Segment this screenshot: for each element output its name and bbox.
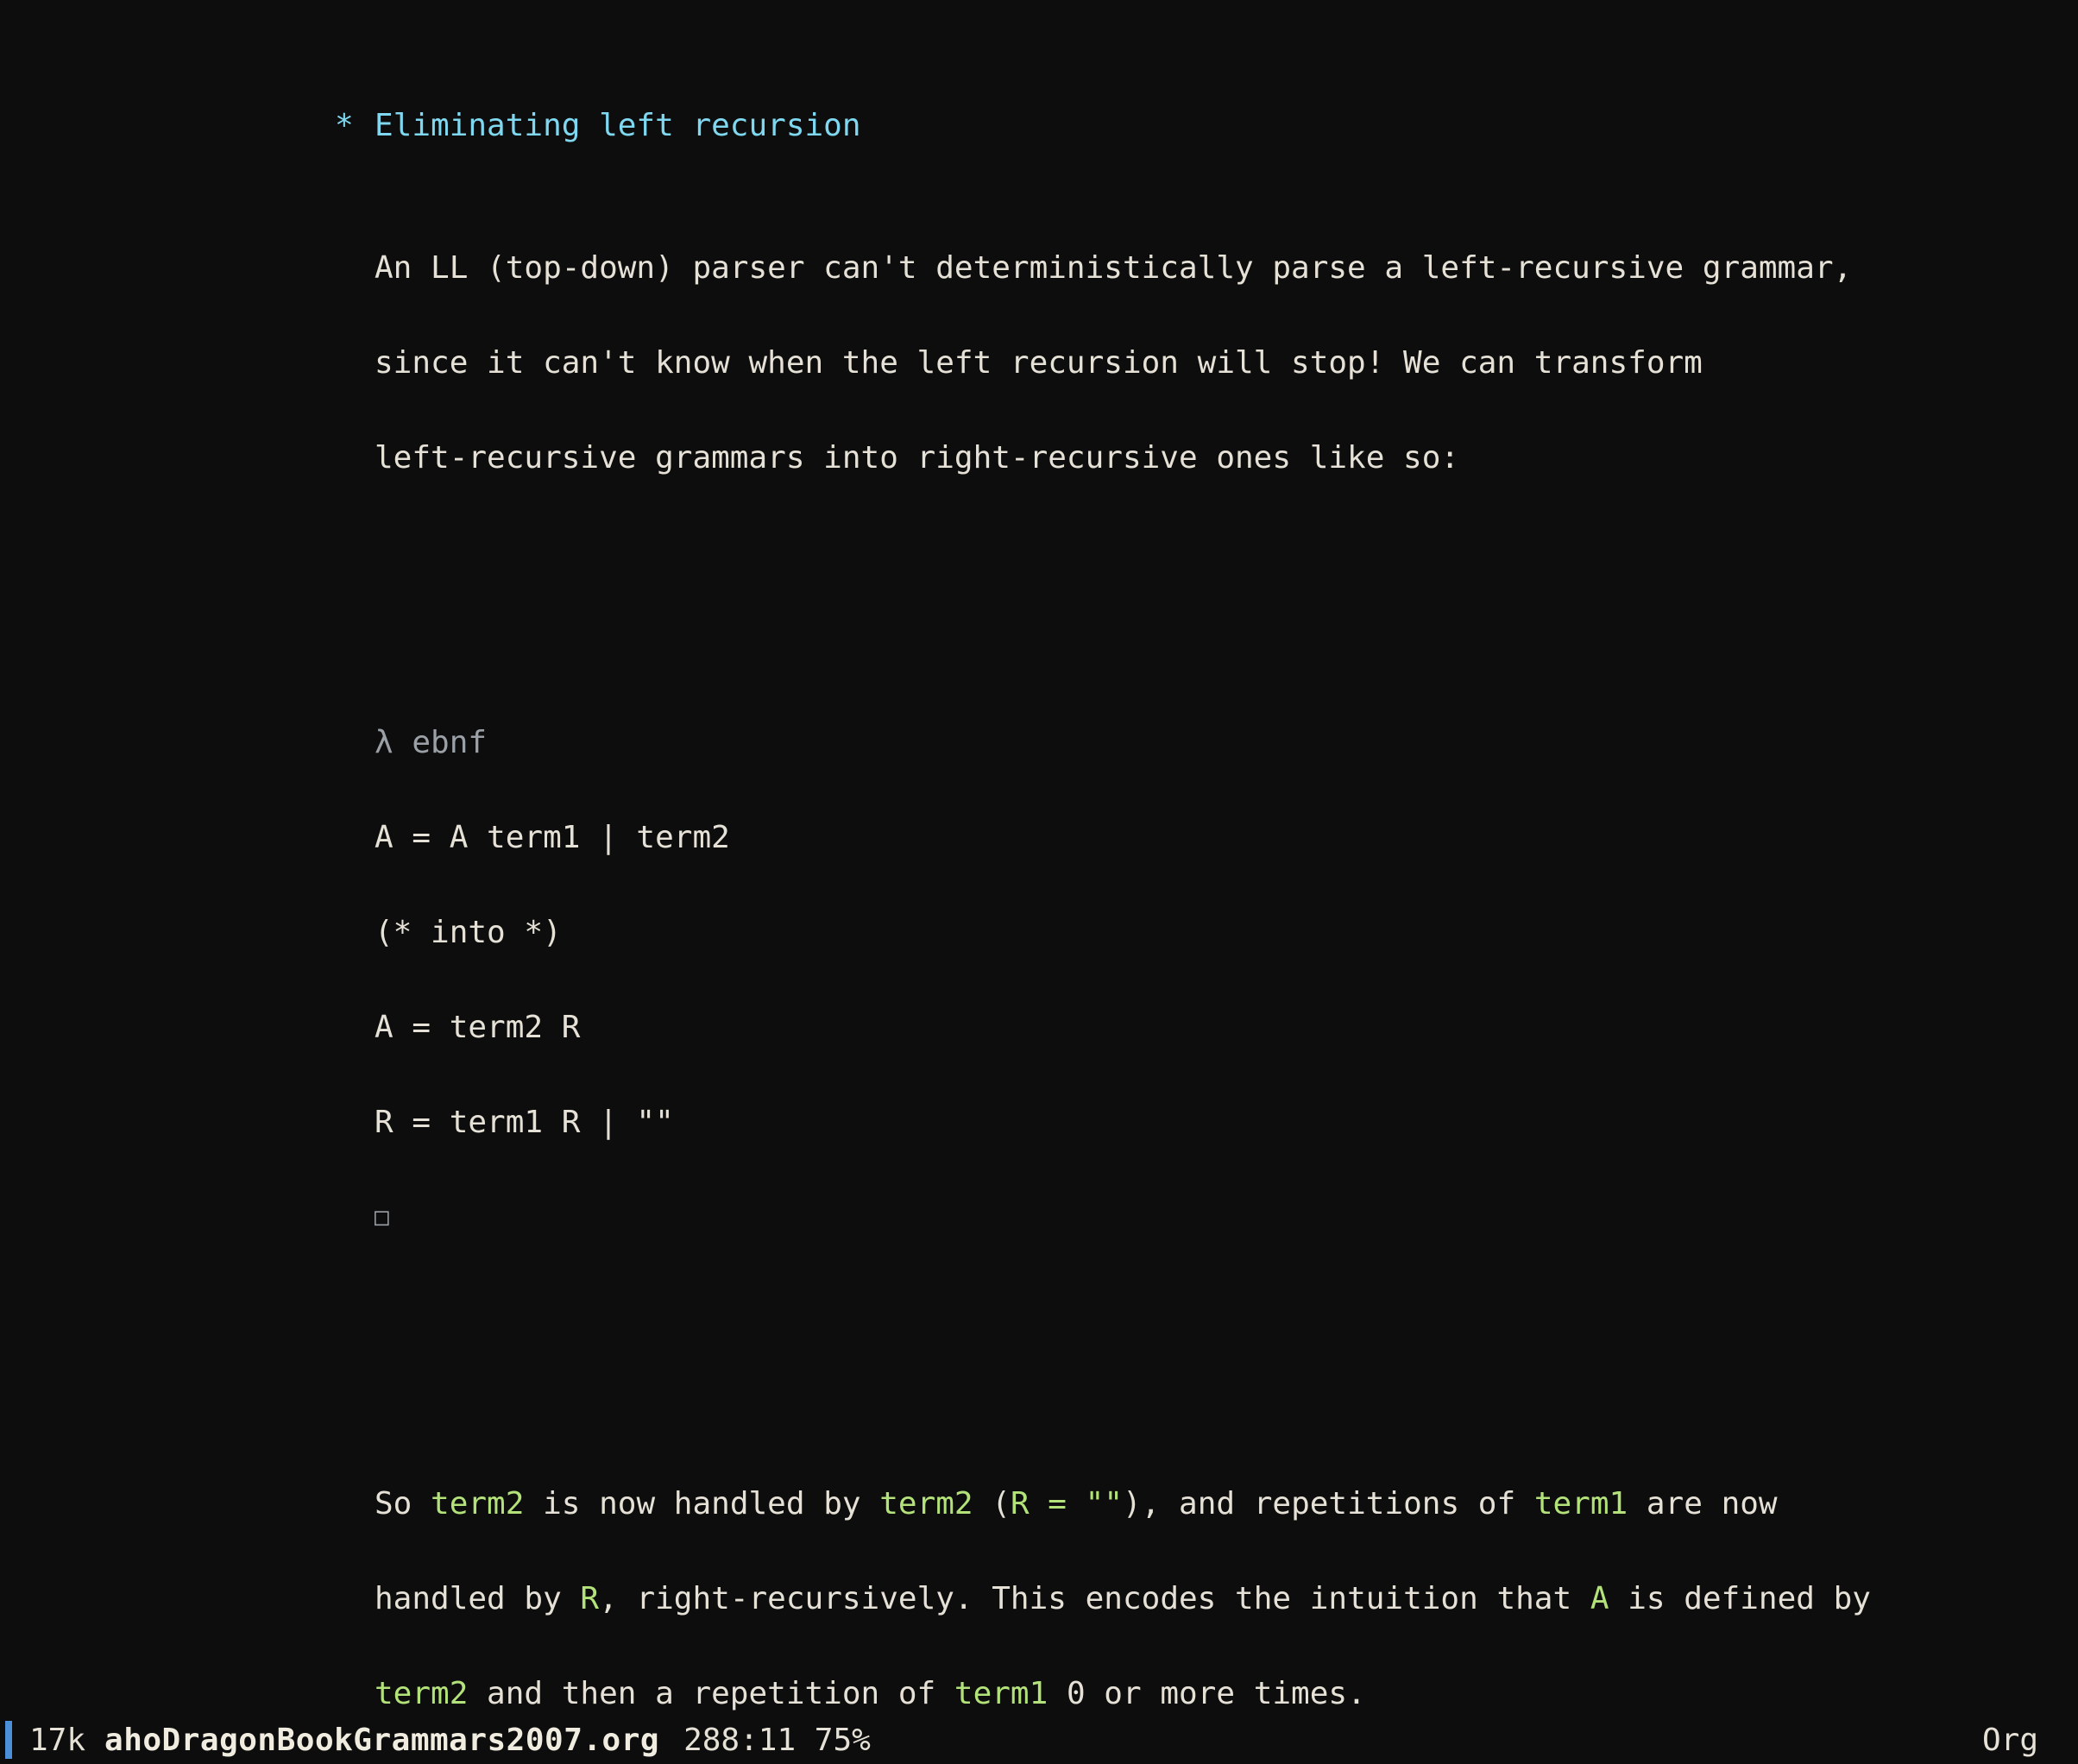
org-headline: *Eliminating left recursion: [0, 102, 2078, 149]
end-marker-icon: □: [375, 1202, 389, 1231]
lambda-icon: λ: [375, 725, 394, 760]
blank-line: [0, 576, 2078, 624]
src-line: R = term1 R | "": [0, 1099, 2078, 1146]
cursor-position: 288:11 75%: [683, 1717, 871, 1764]
headline-title: Eliminating left recursion: [171, 108, 861, 143]
modeline-indicator: [5, 1721, 12, 1759]
src-line: A = A term1 | term2: [0, 814, 2078, 861]
src-block-end: □: [0, 1194, 2078, 1243]
body-text: handled by R, right-recursively. This en…: [0, 1575, 2078, 1622]
body-text: term2 and then a repetition of term1 0 o…: [0, 1670, 2078, 1717]
buffer-filename: ahoDragonBookGrammars2007.org: [104, 1717, 659, 1764]
src-lang: ebnf: [394, 725, 487, 760]
body-text: An LL (top-down) parser can't determinis…: [0, 244, 2078, 292]
src-line: A = term2 R: [0, 1004, 2078, 1051]
major-mode: Org: [1982, 1717, 2038, 1764]
src-block-begin: λ ebnf: [0, 719, 2078, 766]
body-text: So term2 is now handled by term2 (R = ""…: [0, 1480, 2078, 1528]
headline-bullet: *: [335, 102, 354, 149]
body-text: left-recursive grammars into right-recur…: [0, 434, 2078, 482]
buffer-size: 17k: [29, 1717, 85, 1764]
src-line: (* into *): [0, 909, 2078, 956]
editor-viewport[interactable]: *Eliminating left recursion An LL (top-d…: [0, 0, 2078, 1716]
body-text: since it can't know when the left recurs…: [0, 339, 2078, 387]
modeline: 17k ahoDragonBookGrammars2007.org 288:11…: [0, 1716, 2078, 1764]
blank-line: [0, 1338, 2078, 1385]
